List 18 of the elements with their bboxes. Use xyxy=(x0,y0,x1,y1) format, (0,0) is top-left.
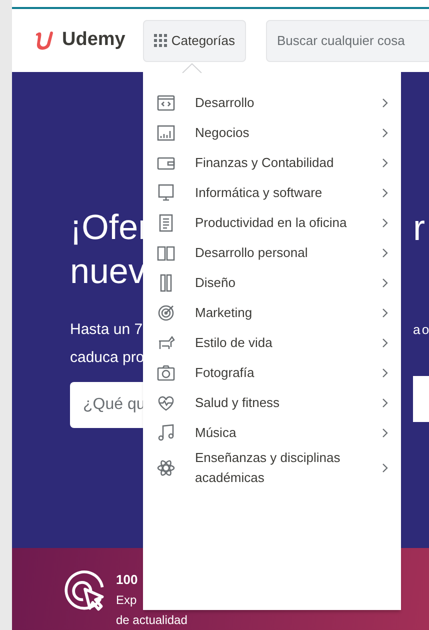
menu-item[interactable]: Estilo de vida xyxy=(143,328,401,358)
logo-text[interactable]: Udemy xyxy=(62,26,126,55)
feature-title: 100 xyxy=(116,571,139,589)
menu-item[interactable]: Negocios xyxy=(143,118,401,148)
search-field[interactable]: Buscar cualquier cosa xyxy=(266,20,429,62)
menu-item[interactable]: Enseñanzas y disciplinas académicas xyxy=(143,448,401,488)
menu-item[interactable]: Finanzas y Contabilidad xyxy=(143,148,401,178)
menu-item[interactable]: Productividad en la oficina xyxy=(143,208,401,238)
menu-item[interactable]: Desarrollo xyxy=(143,88,401,118)
feature-text: Exp xyxy=(116,592,138,609)
hero-title: r xyxy=(413,206,426,250)
menu-item[interactable]: Marketing xyxy=(143,298,401,328)
hero-subtitle: a o xyxy=(413,321,429,339)
categories-button[interactable]: Categorías xyxy=(143,20,246,62)
hero-subtitle: caduca pro xyxy=(70,348,146,368)
menu-item[interactable]: Informática y software xyxy=(143,178,401,208)
hero-subtitle: Hasta un 7 xyxy=(70,320,144,340)
feature-text: de actualidad xyxy=(116,612,188,629)
